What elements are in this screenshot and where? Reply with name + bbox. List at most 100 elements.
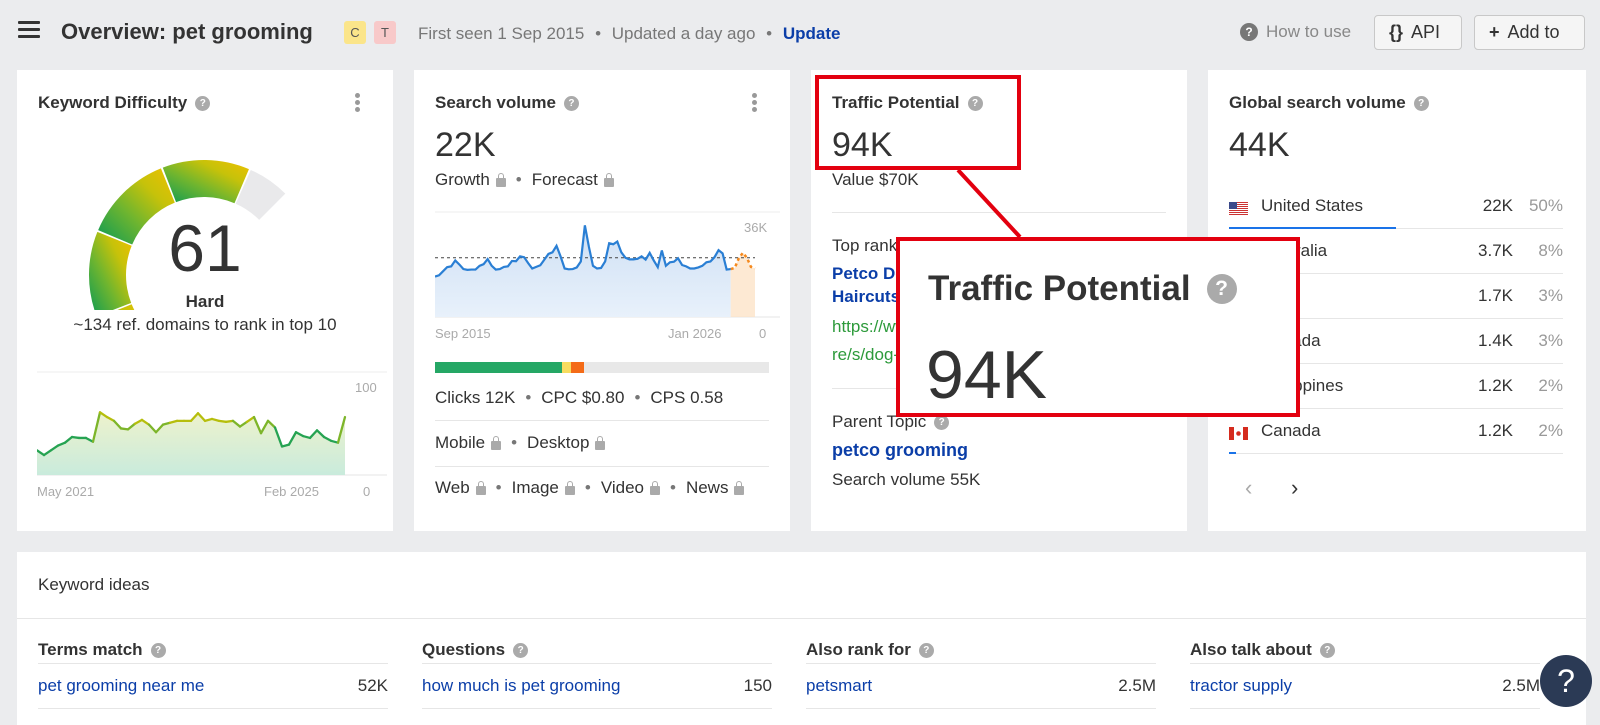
image-label[interactable]: Image [512, 478, 559, 498]
lock-icon [650, 480, 660, 495]
keyword-idea-link[interactable]: petsmart [806, 676, 1118, 696]
plus-icon: + [1489, 22, 1500, 42]
column-header[interactable]: Also talk about ? [1190, 640, 1335, 660]
country-pct: 3% [1538, 331, 1563, 350]
separator-dot: • [766, 24, 773, 43]
lock-icon [475, 480, 486, 495]
card-title: Keyword Difficulty ? [38, 93, 211, 113]
country-row[interactable]: United States 22K 50% [1229, 184, 1563, 229]
keyword-idea-link[interactable]: tractor supply [1190, 676, 1502, 696]
keyword-idea-row: petsmart 2.5M [806, 664, 1156, 709]
country-pct: 3% [1538, 286, 1563, 305]
updated-time: Updated a day ago [611, 24, 756, 43]
forecast-area [730, 252, 755, 317]
country-vol: 1.4K [1478, 331, 1513, 350]
gsv-title: Global search volume [1229, 93, 1406, 112]
highlight-box-small [815, 75, 1021, 170]
add-to-label: Add to [1507, 22, 1560, 42]
how-to-use-link[interactable]: ? How to use [1240, 22, 1351, 42]
us-flag-icon [1229, 201, 1248, 215]
highlight-box-magnified: Traffic Potential ? 94K [896, 237, 1300, 417]
help-icon[interactable]: ? [195, 95, 211, 111]
help-icon[interactable]: ? [1319, 642, 1335, 658]
keyword-idea-link[interactable]: how much is pet grooming [422, 676, 744, 696]
kd-ref-domains: ~134 ref. domains to rank in top 10 [73, 315, 337, 334]
keyword-idea-row: how much is pet grooming 150 [422, 664, 772, 709]
divider [832, 212, 1166, 213]
api-button[interactable]: {} API [1374, 15, 1462, 50]
magnified-title: Traffic Potential ? [928, 269, 1237, 309]
help-icon[interactable]: ? [1413, 95, 1429, 111]
gauge-segment [162, 160, 249, 204]
country-pct: 8% [1538, 241, 1563, 260]
card-title: Global search volume ? [1229, 93, 1429, 113]
column-header[interactable]: Also rank for ? [806, 640, 934, 660]
growth-label[interactable]: Growth [435, 170, 490, 190]
keyword-idea-volume: 52K [357, 676, 388, 695]
separator-dot: • [495, 478, 502, 497]
web-label[interactable]: Web [435, 478, 470, 498]
country-name: United States [1261, 196, 1364, 215]
help-icon[interactable]: ? [563, 95, 579, 111]
mobile-label[interactable]: Mobile [435, 433, 485, 453]
growth-forecast-row: Growth • Forecast [435, 170, 614, 190]
news-label[interactable]: News [686, 478, 729, 498]
keyword-ideas-title: Keyword ideas [38, 575, 150, 594]
lock-icon [495, 172, 506, 187]
top-ranking-page-link-line2[interactable]: Haircuts [832, 287, 900, 307]
flag-icon [1229, 200, 1248, 215]
keyword-ideas-column: Also talk about ? tractor supply 2.5M [1190, 618, 1540, 725]
keyword-idea-row: pet grooming near me 52K [38, 664, 388, 709]
flag-icon [1229, 425, 1248, 440]
split-paid [561, 362, 572, 373]
keyword-ideas-panel: Keyword ideas Terms match ? pet grooming… [17, 552, 1586, 725]
intent-badge-transactional: T [374, 21, 396, 44]
keyword-meta: First seen 1 Sep 2015 • Updated a day ag… [418, 24, 840, 44]
help-icon: ? [1206, 274, 1237, 304]
more-options-icon[interactable] [355, 93, 361, 114]
more-options-icon[interactable] [752, 93, 758, 114]
y-min-label: 0 [759, 326, 767, 341]
keyword-idea-volume: 2.5M [1502, 676, 1540, 695]
column-header-text: Also talk about [1190, 640, 1312, 659]
keyword-ideas-column: Also rank for ? petsmart 2.5M [806, 618, 1156, 725]
cpc-value: CPC $0.80 [541, 388, 625, 407]
desktop-label[interactable]: Desktop [527, 433, 589, 453]
tp-traffic-value: Value $70K [832, 170, 919, 189]
keyword-idea-link[interactable]: pet grooming near me [38, 676, 358, 696]
how-to-use-label: How to use [1266, 22, 1352, 41]
video-label[interactable]: Video [601, 478, 644, 498]
help-icon[interactable]: ? [918, 642, 934, 658]
next-page-icon[interactable]: › [1291, 475, 1298, 501]
country-pct: 2% [1538, 421, 1563, 440]
add-to-button[interactable]: + Add to [1474, 15, 1585, 50]
country-vol: 1.2K [1478, 421, 1513, 440]
lock-icon [564, 480, 575, 495]
y-min-label: 0 [363, 484, 371, 499]
help-icon[interactable]: ? [150, 642, 166, 658]
keyword-idea-volume: 150 [743, 676, 772, 695]
page-title: Overview: pet grooming [61, 19, 313, 44]
keyword-difficulty-card: Keyword Difficulty ? 61 Hard ~134 ref. d… [17, 70, 393, 531]
separator-dot: • [634, 388, 641, 407]
country-vol: 1.7K [1478, 286, 1513, 305]
update-link[interactable]: Update [783, 24, 841, 43]
help-icon[interactable]: ? [513, 642, 529, 658]
cps-value: CPS 0.58 [650, 388, 724, 407]
kd-title: Keyword Difficulty [38, 93, 188, 112]
previous-page-icon[interactable]: ‹ [1245, 475, 1252, 501]
help-icon: ? [1240, 23, 1258, 41]
country-vol: 22K [1482, 196, 1513, 215]
help-chat-button[interactable]: ? [1540, 655, 1592, 707]
sv-title: Search volume [435, 93, 556, 112]
country-name: Canada [1261, 421, 1321, 440]
hamburger-menu-icon[interactable] [18, 21, 40, 41]
forecast-label[interactable]: Forecast [532, 170, 598, 190]
column-header-text: Also rank for [806, 640, 911, 659]
column-header[interactable]: Questions ? [422, 640, 529, 660]
column-header[interactable]: Terms match ? [38, 640, 166, 660]
intent-badge-commercial: C [344, 21, 366, 44]
y-max-label: 100 [355, 380, 377, 395]
parent-topic-link[interactable]: petco grooming [832, 440, 968, 461]
x-start-label: Sep 2015 [435, 326, 491, 341]
